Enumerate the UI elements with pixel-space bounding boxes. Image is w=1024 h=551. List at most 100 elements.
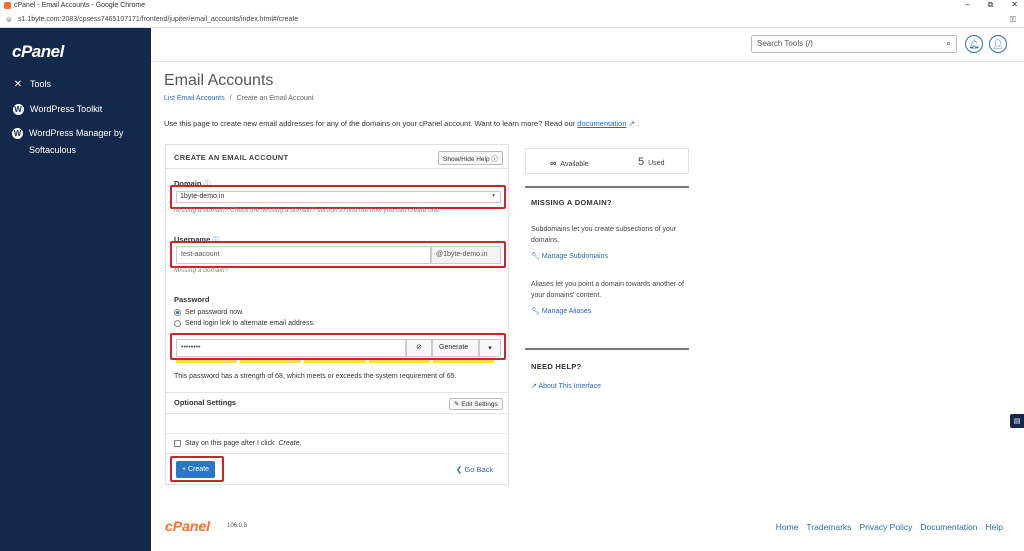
intro-end: . [636,119,640,128]
password-strength-meter [176,360,495,363]
separator [525,186,689,188]
used-label: Used [648,160,665,167]
page-title: Email Accounts [164,72,274,89]
missing-domain-heading: MISSING A DOMAIN? [531,198,612,207]
stay-emphasis: Create [278,440,300,447]
window-title: cPanel - Email Accounts - Google Chrome [14,2,146,9]
version-text: 106.0.8 [227,523,248,529]
intro-body: Use this page to create new email addres… [164,119,576,128]
go-back-link[interactable]: ❮ Go Back [456,465,493,474]
main-content: Email Accounts List Email Accounts / Cre… [151,62,1024,551]
address-bar[interactable]: ⊜ s1.1byte.com:2083/cpsess7465107171/fro… [0,12,1024,28]
show-hide-help-button[interactable]: Show/Hide Help ⓘ [438,151,503,165]
external-link-icon: ↗ [628,119,635,128]
used-stat: 5 Used [638,156,664,168]
edit-settings-label: Edit Settings [461,401,498,408]
divider [166,453,508,454]
search-placeholder: Search Tools (/) [757,39,813,48]
available-label: Available [560,161,589,168]
window-title-bar: cPanel - Email Accounts - Google Chrome … [0,0,1024,12]
used-count: 5 [638,156,645,168]
footer-link-documentation[interactable]: Documentation [920,522,977,532]
footer-links: Home Trademarks Privacy Policy Documenta… [776,522,1003,532]
go-back-label: Go Back [464,465,494,474]
user-icon[interactable]: 👤︎ [989,35,1007,53]
strength-text: This password has a strength of 68, whic… [174,373,457,380]
about-interface-link[interactable]: ↗ About This Interface [531,382,601,390]
url-text[interactable]: s1.1byte.com:2083/cpsess7465107171/front… [18,16,298,23]
sidebar-item-tools[interactable]: ✕ Tools [12,76,147,93]
edit-settings-button[interactable]: ✎ Edit Settings [449,398,503,410]
help-icon: ⓘ [491,156,498,163]
separator [525,348,689,350]
key-icon[interactable]: ⚿ [1010,15,1016,25]
documentation-link[interactable]: documentation [577,119,626,128]
infinity-symbol: ∞ [550,158,557,168]
notifications-icon[interactable]: 🔔︎ [965,35,983,53]
manage-subdomains-label: Manage Subdomains [541,253,608,260]
sidebar-item-wordpress-manager[interactable]: W WordPress Manager by Softaculous [12,125,147,159]
breadcrumb: List Email Accounts / Create an Email Ac… [164,95,314,102]
sidebar: cPanel ✕ Tools W WordPress Toolkit W Wor… [0,28,151,551]
optional-settings-label: Optional Settings [174,398,237,407]
radio-unselected-icon[interactable] [174,320,181,327]
search-input[interactable]: Search Tools (/) ⌕ [751,35,957,53]
domain-hint: Missing a domain? Check the Missing a do… [174,207,441,214]
need-help-heading: NEED HELP? [531,362,582,371]
site-info-icon[interactable]: ⊜ [6,16,12,24]
stats-panel-toggle-icon[interactable]: ▤ [1010,414,1024,428]
minimize-icon[interactable]: – [965,0,969,10]
radio-set-label: Set password now. [185,309,244,316]
wordpress-icon: W [12,127,23,139]
radio-set-password[interactable]: Set password now. [174,309,244,316]
sidebar-item-label: WordPress Toolkit [30,104,103,114]
top-bar: Search Tools (/) ⌕ 🔔︎ 👤︎ [151,28,1024,62]
stay-label: Stay on this page after I click [185,440,275,447]
radio-selected-icon[interactable] [174,309,181,316]
stay-end: . [299,440,302,447]
close-icon[interactable]: ✕ [1011,0,1018,10]
chevron-left-icon: ❮ [456,465,463,474]
about-interface-label: About This Interface [538,383,601,390]
highlight-box [170,333,506,360]
username-hint: Missing a domain? [174,267,229,274]
sidebar-item-label: WordPress Manager by Softaculous [29,128,124,155]
password-label: Password [174,295,210,304]
pencil-icon: ✎ [454,401,460,408]
sidebar-item-wordpress-toolkit[interactable]: W WordPress Toolkit [12,101,147,118]
panel-header: CREATE AN EMAIL ACCOUNT Show/Hide Help ⓘ [166,145,508,169]
wordpress-icon: W [12,103,24,115]
manage-subdomains-link[interactable]: 🔧︎ Manage Subdomains [531,252,608,260]
breadcrumb-list-email-accounts[interactable]: List Email Accounts [164,95,225,102]
highlight-box [170,185,506,209]
wrench-icon: 🔧︎ [531,253,540,260]
footer-link-trademarks[interactable]: Trademarks [806,522,851,532]
radio-send-link[interactable]: Send login link to alternate email addre… [174,320,315,327]
available-stat: ∞ Available [550,158,589,168]
show-hide-help-label: Show/Hide Help [443,156,490,163]
breadcrumb-current: Create an Email Account [236,95,314,102]
external-link-icon: ↗ [531,383,537,390]
footer-link-help[interactable]: Help [986,522,1003,532]
cpanel-logo[interactable]: cPanel [12,42,64,62]
highlight-box [170,456,224,482]
search-icon[interactable]: ⌕ [946,38,951,49]
panel-heading: CREATE AN EMAIL ACCOUNT [174,153,289,162]
maximize-icon[interactable]: ⧉ [988,0,994,10]
account-stats: ∞ Available 5 Used [525,148,689,174]
footer-cpanel-logo[interactable]: cPanel [165,518,210,534]
highlight-box [170,241,506,268]
manage-aliases-label: Manage Aliases [541,308,592,315]
divider [166,392,508,393]
aliases-text: Aliases let you point a domain towards a… [531,281,684,299]
checkbox-icon[interactable] [174,440,181,447]
radio-send-label: Send login link to alternate email addre… [185,320,315,327]
divider [166,433,508,434]
footer-link-home[interactable]: Home [776,522,799,532]
footer-link-privacy-policy[interactable]: Privacy Policy [859,522,912,532]
sidebar-item-label: Tools [30,79,52,89]
cpanel-favicon-icon [4,2,11,9]
stay-on-page-checkbox[interactable]: Stay on this page after I click Create. [174,440,301,447]
manage-aliases-link[interactable]: 🔧︎ Manage Aliases [531,307,591,315]
breadcrumb-separator: / [229,95,232,102]
